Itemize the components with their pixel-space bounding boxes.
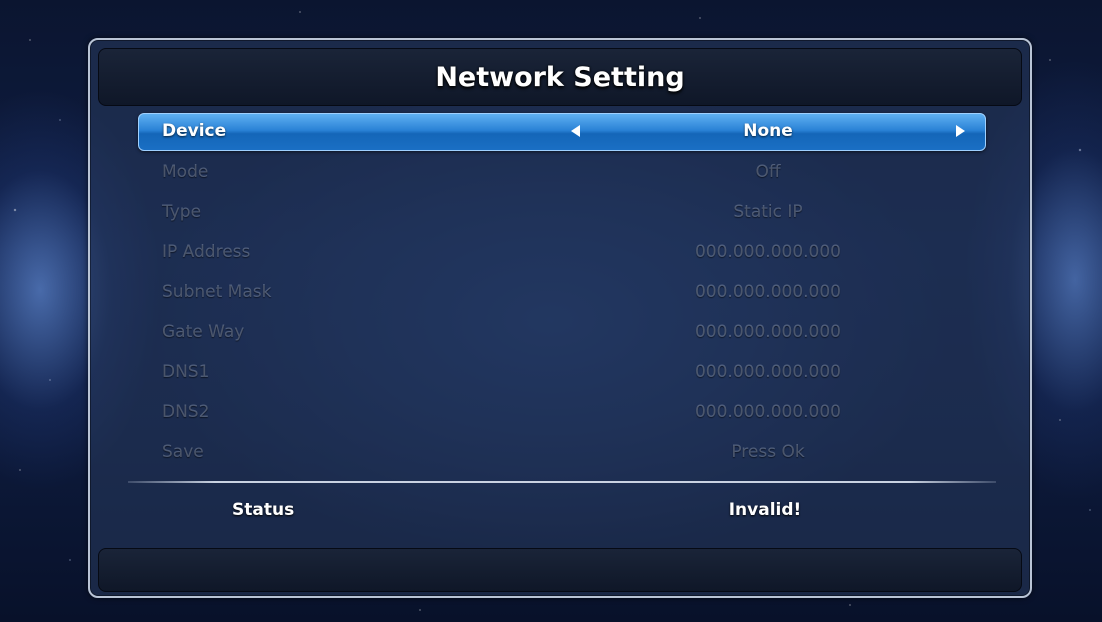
- settings-menu: Device None Mode Off Type Static IP IP A…: [138, 113, 986, 473]
- triangle-left-icon[interactable]: [571, 125, 580, 137]
- menu-row-value: 000.000.000.000: [694, 242, 841, 262]
- menu-row-value: Off: [755, 162, 781, 182]
- menu-row-value: 000.000.000.000: [694, 282, 841, 302]
- menu-row-value: 000.000.000.000: [694, 362, 841, 382]
- help-bar: [98, 548, 1022, 592]
- menu-row-gate-way[interactable]: Gate Way 000.000.000.000: [138, 313, 986, 353]
- menu-row-label: DNS2: [162, 402, 210, 422]
- menu-row-label: Mode: [162, 162, 209, 182]
- menu-row-label: Device: [162, 121, 227, 141]
- menu-row-dns1[interactable]: DNS1 000.000.000.000: [138, 353, 986, 393]
- menu-row-value: 000.000.000.000: [694, 322, 841, 342]
- menu-row-label: Gate Way: [162, 322, 245, 342]
- menu-row-label: Save: [162, 442, 204, 462]
- menu-row-device[interactable]: Device None: [138, 113, 986, 153]
- menu-row-value: Static IP: [733, 202, 803, 222]
- network-setting-panel: Network Setting Device None Mode Off Typ…: [88, 38, 1032, 598]
- menu-row-type[interactable]: Type Static IP: [138, 193, 986, 233]
- menu-row-mode[interactable]: Mode Off: [138, 153, 986, 193]
- menu-row-dns2[interactable]: DNS2 000.000.000.000: [138, 393, 986, 433]
- menu-row-value: Press Ok: [731, 442, 805, 462]
- title-bar: Network Setting: [98, 48, 1022, 106]
- status-value: Invalid!: [728, 500, 802, 520]
- menu-row-label: IP Address: [162, 242, 251, 262]
- menu-row-label: DNS1: [162, 362, 210, 382]
- menu-row-ip-address[interactable]: IP Address 000.000.000.000: [138, 233, 986, 273]
- triangle-right-icon[interactable]: [956, 125, 965, 137]
- menu-row-label: Type: [162, 202, 202, 222]
- menu-row-value: 000.000.000.000: [694, 402, 841, 422]
- tv-screen: Network Setting Device None Mode Off Typ…: [0, 0, 1102, 622]
- menu-row-value: None: [743, 121, 793, 141]
- divider: [128, 481, 996, 483]
- menu-row-subnet-mask[interactable]: Subnet Mask 000.000.000.000: [138, 273, 986, 313]
- menu-row-label: Subnet Mask: [162, 282, 272, 302]
- status-label: Status: [232, 500, 295, 520]
- menu-row-save[interactable]: Save Press Ok: [138, 433, 986, 473]
- page-title: Network Setting: [435, 62, 685, 93]
